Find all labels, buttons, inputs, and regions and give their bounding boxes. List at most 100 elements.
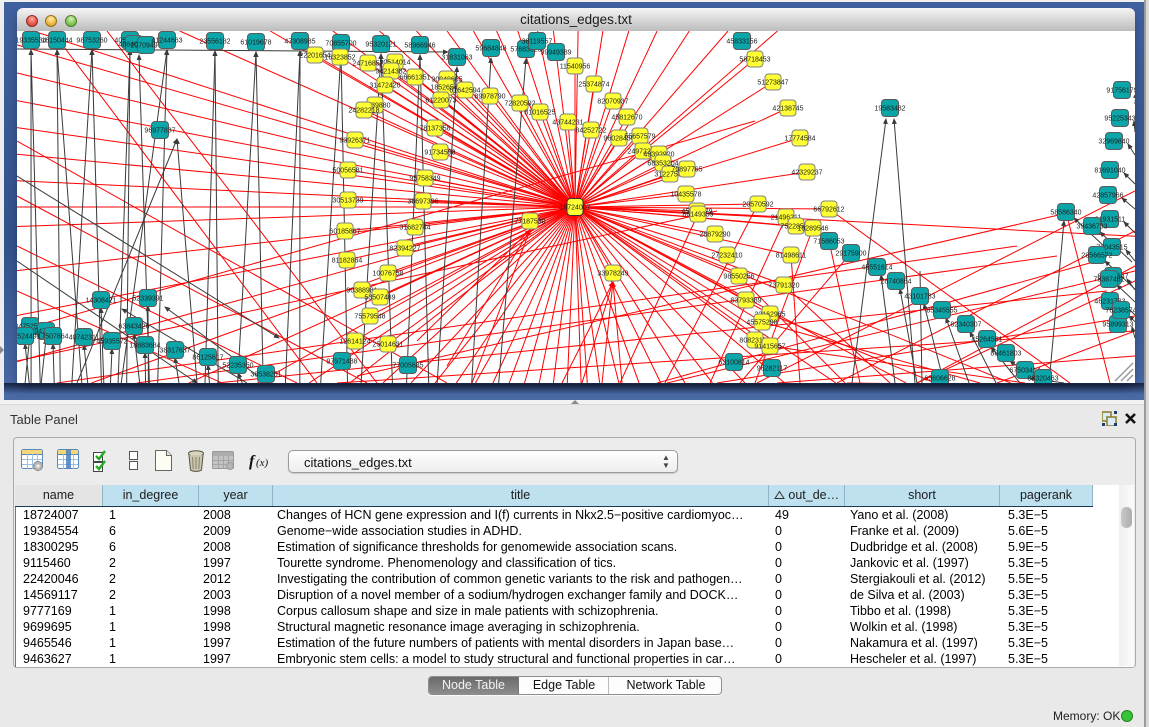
- svg-text:86149359: 86149359: [682, 212, 713, 219]
- svg-text:45264581: 45264581: [971, 337, 1002, 344]
- svg-text:53507489: 53507489: [364, 295, 395, 302]
- svg-text:42329237: 42329237: [791, 170, 822, 177]
- svg-text:86125617: 86125617: [192, 355, 223, 362]
- svg-text:36697396: 36697396: [407, 199, 438, 206]
- svg-text:45812670: 45812670: [611, 115, 642, 122]
- svg-text:77187530: 77187530: [514, 219, 545, 226]
- svg-text:43744231: 43744231: [552, 120, 583, 127]
- svg-text:45551614: 45551614: [861, 265, 892, 272]
- svg-text:66661351: 66661351: [399, 75, 430, 82]
- svg-text:81498611: 81498611: [776, 253, 807, 260]
- svg-text:98550256: 98550256: [723, 274, 754, 281]
- svg-text:10435578: 10435578: [670, 192, 701, 199]
- svg-text:24282218: 24282218: [348, 108, 379, 115]
- svg-text:88320463: 88320463: [1027, 376, 1058, 383]
- svg-text:72820592: 72820592: [504, 101, 535, 108]
- svg-text:82340307: 82340307: [950, 322, 981, 329]
- svg-text:27232410: 27232410: [711, 253, 742, 260]
- svg-text:58718453: 58718453: [739, 57, 770, 64]
- svg-text:82394227: 82394227: [389, 246, 420, 253]
- svg-text:91415657: 91415657: [754, 344, 785, 351]
- svg-text:10076758: 10076758: [372, 271, 403, 278]
- svg-text:38317637: 38317637: [159, 348, 190, 355]
- svg-text:45935572: 45935572: [96, 339, 127, 346]
- svg-text:31682744: 31682744: [399, 225, 430, 232]
- svg-text:75579548: 75579548: [354, 314, 385, 321]
- svg-text:88461803: 88461803: [990, 351, 1021, 358]
- svg-text:20570592: 20570592: [742, 202, 773, 209]
- svg-text:60185867: 60185867: [329, 229, 360, 236]
- svg-text:28566572: 28566572: [1081, 253, 1112, 260]
- svg-text:85345555: 85345555: [926, 308, 957, 315]
- svg-text:52339391: 52339391: [132, 296, 163, 303]
- svg-text:18883684: 18883684: [129, 343, 160, 350]
- svg-text:66792612: 66792612: [813, 207, 844, 214]
- svg-text:38538251: 38538251: [250, 372, 281, 379]
- svg-text:96282117: 96282117: [757, 366, 788, 373]
- svg-text:77005685: 77005685: [392, 363, 423, 370]
- svg-text:16150444: 16150444: [41, 38, 72, 45]
- svg-text:63606628: 63606628: [924, 376, 955, 383]
- svg-text:42138745: 42138745: [772, 106, 803, 113]
- svg-text:30513739: 30513739: [332, 198, 363, 205]
- svg-text:33978249: 33978249: [597, 271, 628, 278]
- svg-text:93926371: 93926371: [339, 138, 370, 145]
- svg-text:78137358: 78137358: [419, 126, 450, 133]
- svg-text:70855700: 70855700: [325, 41, 356, 48]
- svg-text:70897765: 70897765: [671, 167, 702, 174]
- svg-text:17774584: 17774584: [784, 136, 815, 143]
- svg-text:63843426: 63843426: [118, 324, 149, 331]
- svg-text:19583482: 19583482: [874, 106, 905, 113]
- svg-text:84252722: 84252722: [575, 128, 606, 135]
- svg-text:91734598: 91734598: [424, 150, 455, 157]
- svg-text:61220073: 61220073: [425, 98, 456, 105]
- svg-text:95320121: 95320121: [365, 42, 396, 49]
- svg-text:25014631: 25014631: [372, 342, 403, 349]
- svg-text:58966946: 58966946: [404, 43, 435, 50]
- svg-text:59684848: 59684848: [475, 46, 506, 53]
- svg-text:52235350: 52235350: [222, 363, 253, 370]
- svg-text:23556182: 23556182: [199, 39, 230, 46]
- svg-text:17507864: 17507864: [37, 334, 68, 341]
- svg-text:50056581: 50056581: [332, 168, 363, 175]
- svg-text:96977837: 96977837: [144, 128, 175, 135]
- svg-text:95758349: 95758349: [409, 176, 440, 183]
- svg-text:47308985: 47308985: [284, 39, 315, 46]
- svg-text:82070937: 82070937: [597, 99, 628, 106]
- svg-text:12614124: 12614124: [339, 339, 370, 346]
- svg-text:99949389: 99949389: [540, 50, 571, 57]
- svg-text:91756179: 91756179: [1106, 88, 1135, 95]
- svg-text:45575298: 45575298: [746, 320, 777, 327]
- svg-text:83793389: 83793389: [730, 298, 761, 305]
- svg-text:95899313: 95899313: [1102, 322, 1133, 329]
- svg-text:16323852: 16323852: [324, 55, 355, 62]
- svg-text:63100814: 63100814: [718, 360, 749, 367]
- svg-text:55657579: 55657579: [624, 134, 655, 141]
- svg-text:39436733: 39436733: [1076, 224, 1107, 231]
- svg-text:95225343: 95225343: [1104, 116, 1135, 123]
- svg-text:41244663: 41244663: [151, 38, 182, 45]
- svg-text:14308421: 14308421: [85, 298, 116, 305]
- svg-text:18724007: 18724007: [559, 205, 590, 212]
- svg-text:43101783: 43101783: [904, 294, 935, 301]
- svg-text:81691040: 81691040: [1094, 168, 1125, 175]
- svg-text:42857966: 42857966: [1092, 193, 1123, 200]
- svg-text:(x): (x): [256, 457, 269, 469]
- svg-text:97971488: 97971488: [326, 359, 357, 366]
- svg-text:28740864: 28740864: [880, 279, 911, 286]
- svg-text:31472420: 31472420: [369, 83, 400, 90]
- svg-text:61019678: 61019678: [240, 40, 271, 47]
- svg-text:f: f: [249, 453, 256, 470]
- svg-text:81182864: 81182864: [332, 258, 363, 265]
- svg-text:31831063: 31831063: [441, 55, 472, 62]
- svg-text:25374874: 25374874: [578, 82, 609, 89]
- svg-text:29175900: 29175900: [835, 251, 866, 258]
- svg-text:19289546: 19289546: [797, 226, 828, 233]
- svg-text:81016525: 81016525: [524, 110, 555, 117]
- svg-text:73791320: 73791320: [768, 283, 799, 290]
- svg-text:58586340: 58586340: [1050, 210, 1081, 217]
- svg-text:11540956: 11540956: [560, 64, 591, 71]
- svg-text:26879290: 26879290: [699, 232, 730, 239]
- svg-text:71586053: 71586053: [813, 239, 844, 246]
- svg-text:98753260: 98753260: [76, 38, 107, 45]
